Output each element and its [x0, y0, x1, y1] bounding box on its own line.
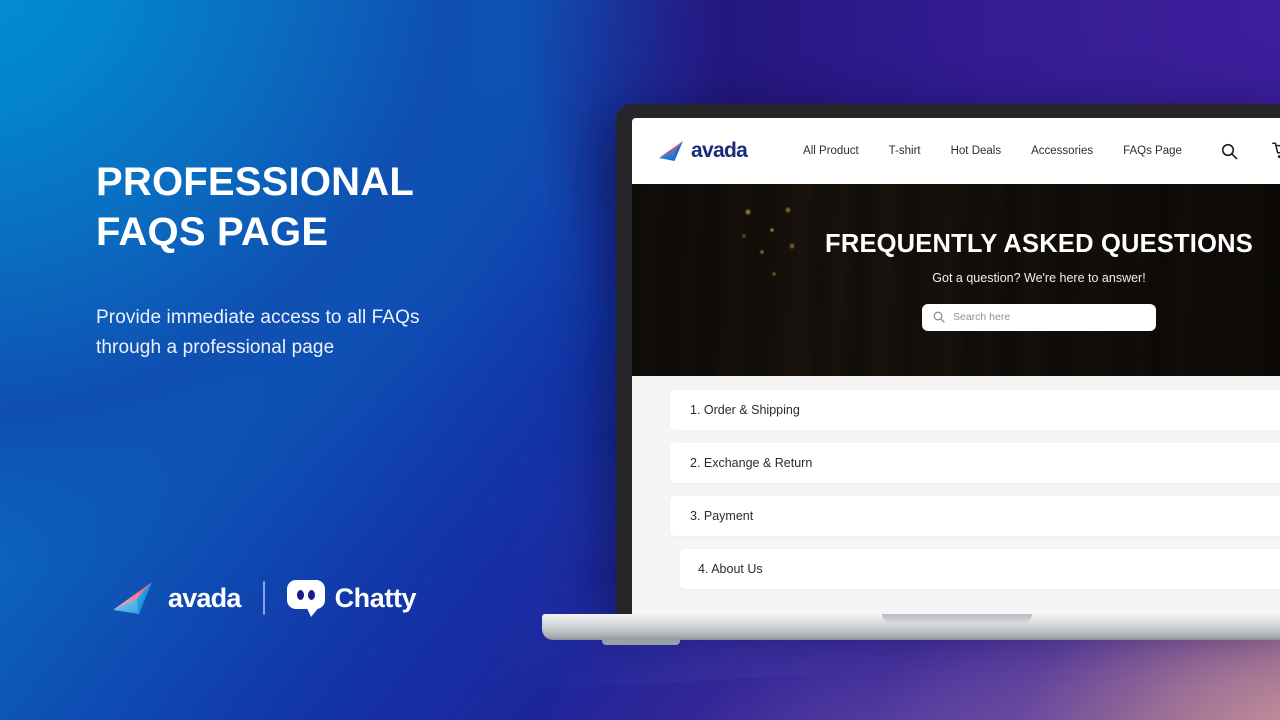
laptop-screen: avada All Product T-shirt Hot Deals Acce… [632, 118, 1280, 616]
brand-divider [262, 581, 265, 615]
promo-copy: PROFESSIONAL FAQs PAGE Provide immediate… [96, 158, 566, 362]
faq-item-exchange-return[interactable]: 2. Exchange & Return [670, 443, 1280, 483]
site-nav-links: All Product T-shirt Hot Deals Accessorie… [803, 145, 1221, 157]
faq-item-payment[interactable]: 3. Payment [670, 496, 1280, 536]
site-nav-icons [1221, 142, 1280, 160]
nav-link-accessories[interactable]: Accessories [1031, 145, 1093, 157]
chatty-wordmark: Chatty [334, 582, 417, 613]
nav-link-t-shirt[interactable]: T-shirt [889, 145, 921, 157]
faq-item-order-shipping[interactable]: 1. Order & Shipping [670, 390, 1280, 430]
promo-subcopy: Provide immediate access to all FAQs thr… [96, 303, 566, 362]
cart-icon[interactable] [1272, 142, 1280, 160]
laptop-lid: avada All Product T-shirt Hot Deals Acce… [616, 104, 1280, 616]
faq-accordion-list: 1. Order & Shipping 2. Exchange & Return… [632, 376, 1280, 589]
nav-link-faqs-page[interactable]: FAQs Page [1123, 145, 1182, 157]
promo-subcopy-line-1: Provide immediate access to all FAQs [96, 307, 420, 329]
nav-link-hot-deals[interactable]: Hot Deals [951, 145, 1002, 157]
site-logo[interactable]: avada [658, 139, 748, 163]
avada-wordmark: avada [168, 582, 241, 613]
site-logo-text: avada [691, 139, 748, 162]
site-navbar: avada All Product T-shirt Hot Deals Acce… [632, 118, 1280, 184]
faq-search-placeholder: Search here [953, 311, 1011, 323]
faq-search-box[interactable]: Search here [922, 303, 1156, 331]
avada-dart-icon [658, 140, 686, 162]
laptop-mockup: avada All Product T-shirt Hot Deals Acce… [542, 104, 1280, 645]
promo-headline-line-1: PROFESSIONAL [96, 160, 414, 204]
nav-link-all-product[interactable]: All Product [803, 145, 859, 157]
chatty-bubble-icon [286, 580, 325, 617]
search-icon[interactable] [1221, 143, 1238, 160]
faq-hero: FREQUENTLY ASKED QUESTIONS Got a questio… [632, 184, 1280, 376]
brand-lockup: avada Chatty [112, 580, 417, 617]
promo-headline-line-2: FAQs PAGE [96, 209, 329, 254]
search-icon [933, 311, 945, 323]
hero-title: FREQUENTLY ASKED QUESTIONS [825, 229, 1253, 258]
brand-avada: avada [112, 580, 241, 616]
faq-item-about-us[interactable]: 4. About Us [680, 549, 1280, 589]
hero-subtitle: Got a question? We're here to answer! [932, 270, 1146, 285]
avada-dart-icon [112, 580, 158, 616]
laptop-base [542, 614, 1280, 645]
brand-chatty: Chatty [286, 580, 417, 617]
promo-headline: PROFESSIONAL FAQs PAGE [96, 158, 566, 257]
promo-subcopy-line-2: through a professional page [96, 336, 335, 358]
